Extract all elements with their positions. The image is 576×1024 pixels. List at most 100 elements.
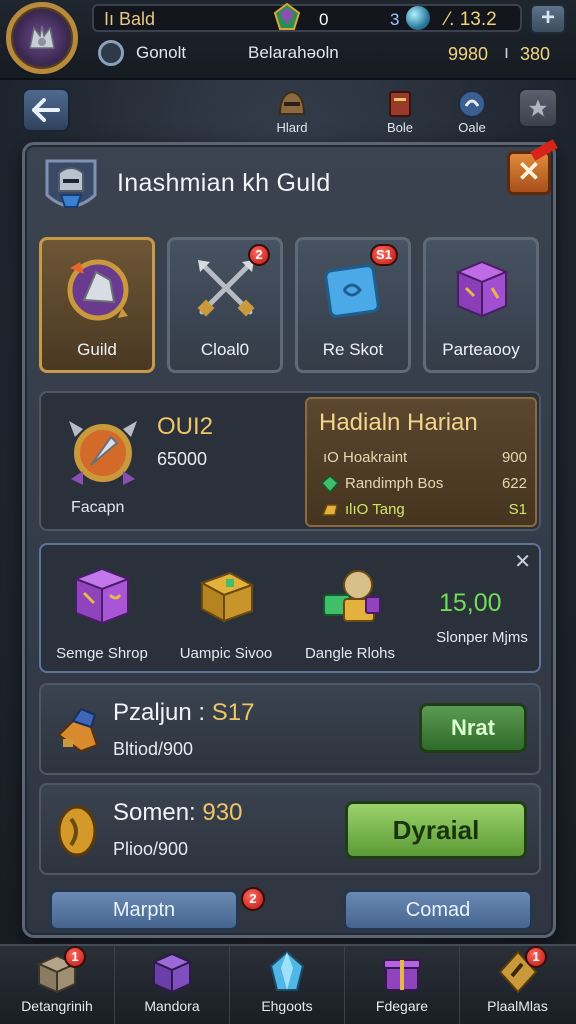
- reward-row-text: ıO Hoakraint: [323, 449, 408, 466]
- dyraial-button[interactable]: Dyraial: [345, 801, 527, 859]
- shop-close-button[interactable]: ✕: [514, 549, 531, 574]
- row-title-value: S17: [211, 699, 255, 726]
- star-icon: [525, 95, 551, 120]
- nav-oale[interactable]: Oale: [444, 86, 500, 135]
- reward-row: ılıO Tang S1: [319, 499, 531, 523]
- bottom-nav-label: Detangrinih: [21, 998, 93, 1014]
- book-nav-icon: [389, 91, 411, 117]
- marptn-button[interactable]: Marptn: [49, 889, 239, 931]
- guild-crest-icon: [67, 259, 129, 321]
- arrow-left-icon: [32, 98, 60, 122]
- action-row-pzaljun: Pzaljun : S17 Bltiod/900 Nrat: [39, 683, 541, 775]
- nav-hlard[interactable]: Hlard: [264, 86, 320, 135]
- reward-row-value: 622: [501, 475, 527, 492]
- shop-item-label: Semge Shrop: [56, 645, 148, 662]
- back-button[interactable]: [22, 88, 70, 132]
- reward-row: Randimph Bos 622: [319, 473, 531, 497]
- tab-re-skot-badge: S1: [370, 244, 398, 266]
- shop-item-dangle-rlohs[interactable]: Dangle Rlohs: [289, 559, 411, 662]
- tab-cloal0-badge: 2: [248, 244, 270, 266]
- reward-row-text: ılıO Tang: [345, 501, 405, 518]
- ratio-value: ⁄. 13.2: [446, 9, 497, 30]
- gem-icon: [273, 2, 301, 30]
- tab-parteaooy[interactable]: Parteaooy: [423, 237, 539, 373]
- top-bar: Iı Bald 0 3 ⁄. 13.2 + Gonolt Belarahəoln…: [0, 0, 576, 80]
- bottom-nav-item-detangrinih[interactable]: Detangrinih 1: [0, 946, 115, 1024]
- currency-separator: ı: [504, 42, 510, 62]
- shop-value: 15,00: [439, 589, 502, 617]
- bottom-nav: Detangrinih 1 Mandora Ehgoots Fdegare Pl…: [0, 944, 576, 1024]
- nav-bole-label: Bole: [386, 120, 414, 135]
- marptn-badge: 2: [241, 887, 265, 911]
- level-prefix: 3: [390, 10, 400, 29]
- shop-item-label: Uampic Sivoo: [179, 645, 273, 662]
- bottom-nav-label: Fdegare: [375, 998, 429, 1014]
- tab-guild[interactable]: Guild: [39, 237, 155, 373]
- knight-helmet-icon: [45, 159, 97, 208]
- green-gem-icon: [321, 475, 339, 493]
- tab-re-skot[interactable]: Re Skot S1: [295, 237, 411, 373]
- shield-nav-icon: [458, 90, 486, 118]
- location-label: Belarahəoln: [248, 43, 339, 62]
- currency-value-2: 380: [520, 44, 551, 64]
- currency-bar: Gonolt Belarahəoln 9980 ı 380: [92, 36, 562, 70]
- row-title-text: Pzaljun :: [113, 699, 206, 726]
- bottom-nav-label: PlaalMlas: [487, 998, 548, 1014]
- row-title-value: 930: [202, 799, 243, 826]
- bottom-nav-item-fdegare[interactable]: Fdegare: [345, 946, 460, 1024]
- row-title-text: Somen:: [113, 799, 196, 826]
- shop-item-slonper-mjms[interactable]: Slonper Mjms: [421, 629, 543, 646]
- row-subtitle: Plioo/900: [113, 839, 189, 859]
- gold-chest-icon: [199, 571, 255, 623]
- shop-item-label: Slonper Mjms: [436, 629, 528, 646]
- nav-bole[interactable]: Bole: [372, 86, 428, 135]
- rewards-box: Hadialn Harian ıO Hoakraint 900 Randimph…: [305, 397, 537, 527]
- row-title: Pzaljun : S17: [113, 699, 254, 727]
- bottom-nav-item-ehgoots[interactable]: Ehgoots: [230, 946, 345, 1024]
- gold-label: Gonolt: [136, 43, 187, 62]
- shop-strip: ✕ Semge Shrop Uampic Sivoo Dangle Rlohs …: [39, 543, 541, 673]
- next-button[interactable]: Nrat: [419, 703, 527, 753]
- reward-row: ıO Hoakraint 900: [319, 447, 531, 471]
- guild-info-box: Facapn OUI2 65000 Hadialn Harian ıO Hoak…: [39, 391, 541, 531]
- shop-item-uampic-sivoo[interactable]: Uampic Sivoo: [165, 559, 287, 662]
- guild-info-number: 65000: [157, 449, 208, 469]
- gold-shield-icon: [57, 805, 97, 857]
- shop-item-semge-shrop[interactable]: Semge Shrop: [41, 559, 163, 662]
- shop-item-label: Dangle Rlohs: [304, 645, 396, 662]
- purple-gift-icon: [383, 959, 421, 991]
- favorite-button[interactable]: [518, 88, 558, 128]
- comad-button[interactable]: Comad: [343, 889, 533, 931]
- row-title: Somen: 930: [113, 799, 242, 827]
- currency-value-1: 9980: [448, 44, 489, 64]
- tab-guild-label: Guild: [77, 340, 117, 359]
- nav-hlard-label: Hlard: [276, 120, 308, 135]
- purple-box-icon: [455, 260, 509, 318]
- close-button[interactable]: ✕: [507, 151, 551, 195]
- purple-cube-icon: [151, 952, 193, 994]
- purple-crate-icon: [73, 567, 131, 625]
- wolf-emblem-icon: [29, 25, 55, 49]
- add-currency-button[interactable]: +: [530, 4, 566, 34]
- tab-re-skot-label: Re Skot: [322, 340, 384, 359]
- reward-row-value: 900: [501, 449, 527, 466]
- bottom-nav-badge: 1: [525, 946, 547, 968]
- gold-ring-icon: [98, 40, 124, 66]
- player-info-bar: Iı Bald 0 3 ⁄. 13.2: [92, 2, 522, 32]
- helmet-nav-icon: [278, 90, 306, 115]
- bottom-nav-item-mandora[interactable]: Mandora: [115, 946, 230, 1024]
- row-subtitle: Bltiod/900: [113, 739, 194, 759]
- bottom-nav-badge: 1: [64, 946, 86, 968]
- guild-info-name: OUI2: [157, 413, 214, 440]
- reward-row-value: S1: [508, 501, 527, 518]
- gem-count: 0: [319, 10, 329, 29]
- bottom-nav-label: Mandora: [144, 998, 200, 1014]
- guild-panel: Inashmian kh Guld ✕ Guild Cloal0 2 Re Sk…: [22, 139, 558, 938]
- gold-bar-icon: [321, 504, 338, 516]
- player-avatar[interactable]: [6, 2, 78, 74]
- bottom-nav-label: Ehgoots: [261, 998, 313, 1014]
- guild-emblem-icon: [69, 421, 137, 485]
- energy-orb-icon: [406, 6, 430, 30]
- tab-cloal0[interactable]: Cloal0 2: [167, 237, 283, 373]
- bottom-nav-item-plaalmlas[interactable]: PlaalMlas 1: [460, 946, 575, 1024]
